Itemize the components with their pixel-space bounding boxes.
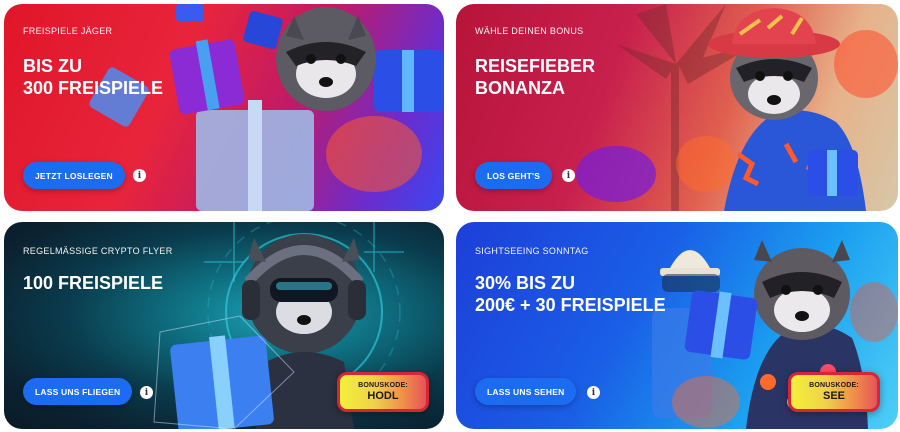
- promo-card-reisefieber-bonanza[interactable]: WÄHLE DEINEN BONUS REISEFIEBER BONANZA L…: [456, 4, 898, 211]
- promo-card-crypto-flyer[interactable]: REGELMÄSSIGE CRYPTO FLYER 100 FREISPIELE…: [4, 222, 444, 429]
- bonus-code-value: SEE: [822, 389, 845, 402]
- promo-card-sightseeing-sonntag[interactable]: SIGHTSEEING SONNTAG 30% BIS ZU 200€ + 30…: [456, 222, 898, 429]
- bonus-code-value: HODL: [367, 389, 399, 402]
- info-icon[interactable]: i: [140, 386, 153, 399]
- card-headline: 100 FREISPIELE: [23, 272, 163, 294]
- card-eyebrow: SIGHTSEEING SONNTAG: [475, 246, 589, 256]
- headline-line: REISEFIEBER: [475, 56, 596, 76]
- headline-line: 300 FREISPIELE: [23, 78, 164, 98]
- headline-line: 30% BIS ZU: [475, 273, 576, 293]
- info-icon[interactable]: i: [587, 386, 600, 399]
- headline-line: 100 FREISPIELE: [23, 273, 164, 293]
- promo-card-freispiele-jaeger[interactable]: FREISPIELE JÄGER BIS ZU 300 FREISPIELE J…: [4, 4, 444, 211]
- headline-line: BONANZA: [475, 78, 565, 98]
- los-gehts-button[interactable]: LOS GEHT'S: [475, 162, 553, 189]
- jetzt-loslegen-button[interactable]: JETZT LOSLEGEN: [23, 162, 125, 189]
- info-icon[interactable]: i: [562, 169, 575, 182]
- lass-uns-sehen-button[interactable]: LASS UNS SEHEN: [475, 378, 577, 405]
- card-eyebrow: FREISPIELE JÄGER: [23, 26, 113, 36]
- bonus-code-label: BONUSKODE:: [809, 381, 859, 389]
- lass-uns-fliegen-button[interactable]: LASS UNS FLIEGEN: [23, 378, 133, 405]
- headline-line: 200€ + 30 FREISPIELE: [475, 295, 666, 315]
- bonus-code-label: BONUSKODE:: [358, 381, 408, 389]
- headline-line: BIS ZU: [23, 56, 83, 76]
- bonus-code-badge[interactable]: BONUSKODE: SEE: [788, 372, 880, 412]
- card-eyebrow: WÄHLE DEINEN BONUS: [475, 26, 584, 36]
- card-headline: BIS ZU 300 FREISPIELE: [23, 55, 163, 99]
- card-eyebrow: REGELMÄSSIGE CRYPTO FLYER: [23, 246, 173, 256]
- info-icon[interactable]: i: [133, 169, 146, 182]
- bonus-code-badge[interactable]: BONUSKODE: HODL: [337, 372, 429, 412]
- card-headline: REISEFIEBER BONANZA: [475, 55, 595, 99]
- card-headline: 30% BIS ZU 200€ + 30 FREISPIELE: [475, 272, 666, 316]
